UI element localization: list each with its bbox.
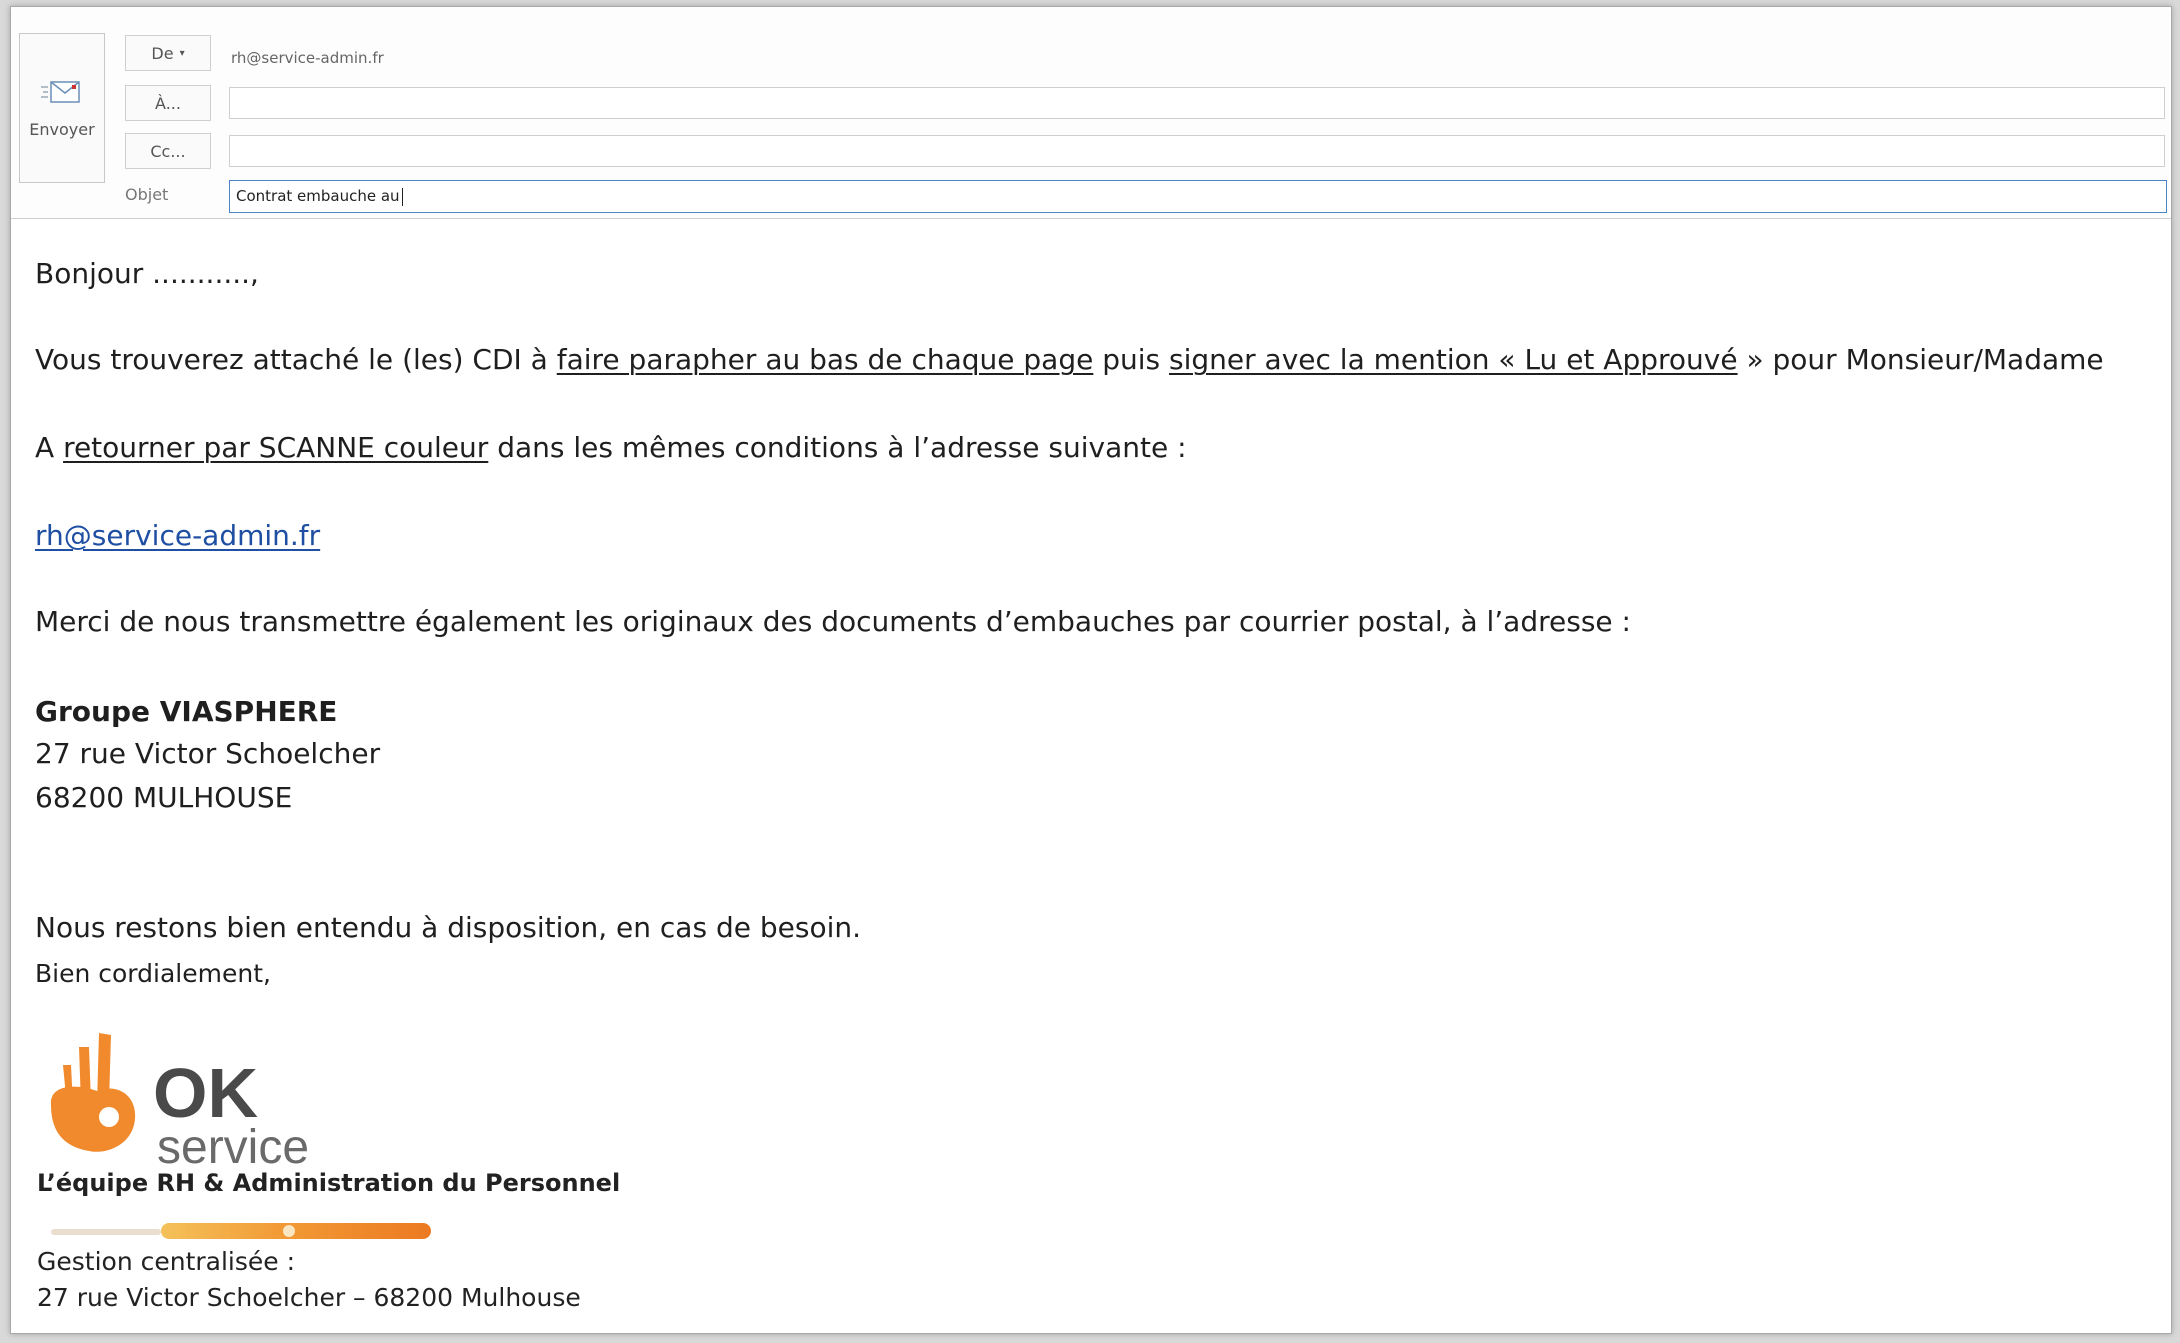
address-city: 68200 MULHOUSE <box>35 781 293 814</box>
p2-text-a: A <box>35 431 64 464</box>
chevron-down-icon: ▾ <box>179 47 185 59</box>
management-label: Gestion centralisée : <box>37 1247 296 1276</box>
subject-text: Contrat embauche au <box>236 187 400 205</box>
address-company: Groupe VIASPHERE <box>35 695 338 728</box>
to-label: À... <box>155 93 181 113</box>
sign-off: Bien cordialement, <box>35 959 271 988</box>
email-compose-window: Envoyer De ▾ rh@service-admin.fr À... Cc… <box>10 6 2172 1334</box>
from-label: De <box>151 43 174 63</box>
logo-service-text: service <box>157 1121 309 1174</box>
cc-label: Cc... <box>150 141 186 161</box>
p1-text-c: » pour Monsieur/Madame <box>1737 343 2104 376</box>
cc-button[interactable]: Cc... <box>125 133 211 169</box>
p1-text-a: Vous trouverez attaché le (les) CDI à <box>35 343 557 376</box>
decorative-orange-bar <box>161 1223 431 1239</box>
subject-field[interactable]: Contrat embauche au <box>229 180 2167 213</box>
from-address: rh@service-admin.fr <box>231 49 384 67</box>
address-street: 27 rue Victor Schoelcher <box>35 737 381 770</box>
paragraph-attachment: Vous trouverez attaché le (les) CDI à fa… <box>35 343 2104 376</box>
from-button[interactable]: De ▾ <box>125 35 211 71</box>
signature-tagline: L’équipe RH & Administration du Personne… <box>37 1169 621 1197</box>
p2-underline: retourner par SCANNE couleur <box>63 431 489 464</box>
to-button[interactable]: À... <box>125 85 211 121</box>
email-link[interactable]: rh@service-admin.fr <box>35 519 320 552</box>
to-field[interactable] <box>229 87 2165 119</box>
p2-text-b: dans les mêmes conditions à l’adresse su… <box>488 431 1187 464</box>
ok-hand-icon <box>50 1033 136 1152</box>
decorative-bar-dot <box>283 1225 295 1237</box>
text-cursor <box>401 187 403 206</box>
subject-label: Objet <box>125 185 169 204</box>
paragraph-postal: Merci de nous transmettre également les … <box>35 605 1631 638</box>
cc-field[interactable] <box>229 135 2165 167</box>
compose-header: Envoyer De ▾ rh@service-admin.fr À... Cc… <box>11 7 2171 219</box>
greeting: Bonjour ..........., <box>35 257 259 290</box>
closing-line: Nous restons bien entendu à disposition,… <box>35 911 861 944</box>
paragraph-return: A retourner par SCANNE couleur dans les … <box>35 431 1187 464</box>
send-label: Envoyer <box>29 119 95 139</box>
p1-text-b: puis <box>1093 343 1170 376</box>
p1-underline-sign: signer avec la mention « Lu et Approuvé <box>1169 343 1738 376</box>
envelope-send-icon <box>41 80 80 103</box>
ok-service-logo: OK service <box>50 1033 309 1174</box>
management-address: 27 rue Victor Schoelcher – 68200 Mulhous… <box>37 1283 581 1312</box>
send-button[interactable]: Envoyer <box>19 33 105 183</box>
p1-underline-initial: faire parapher au bas de chaque page <box>556 343 1094 376</box>
decorative-bar-faint <box>51 1229 161 1235</box>
